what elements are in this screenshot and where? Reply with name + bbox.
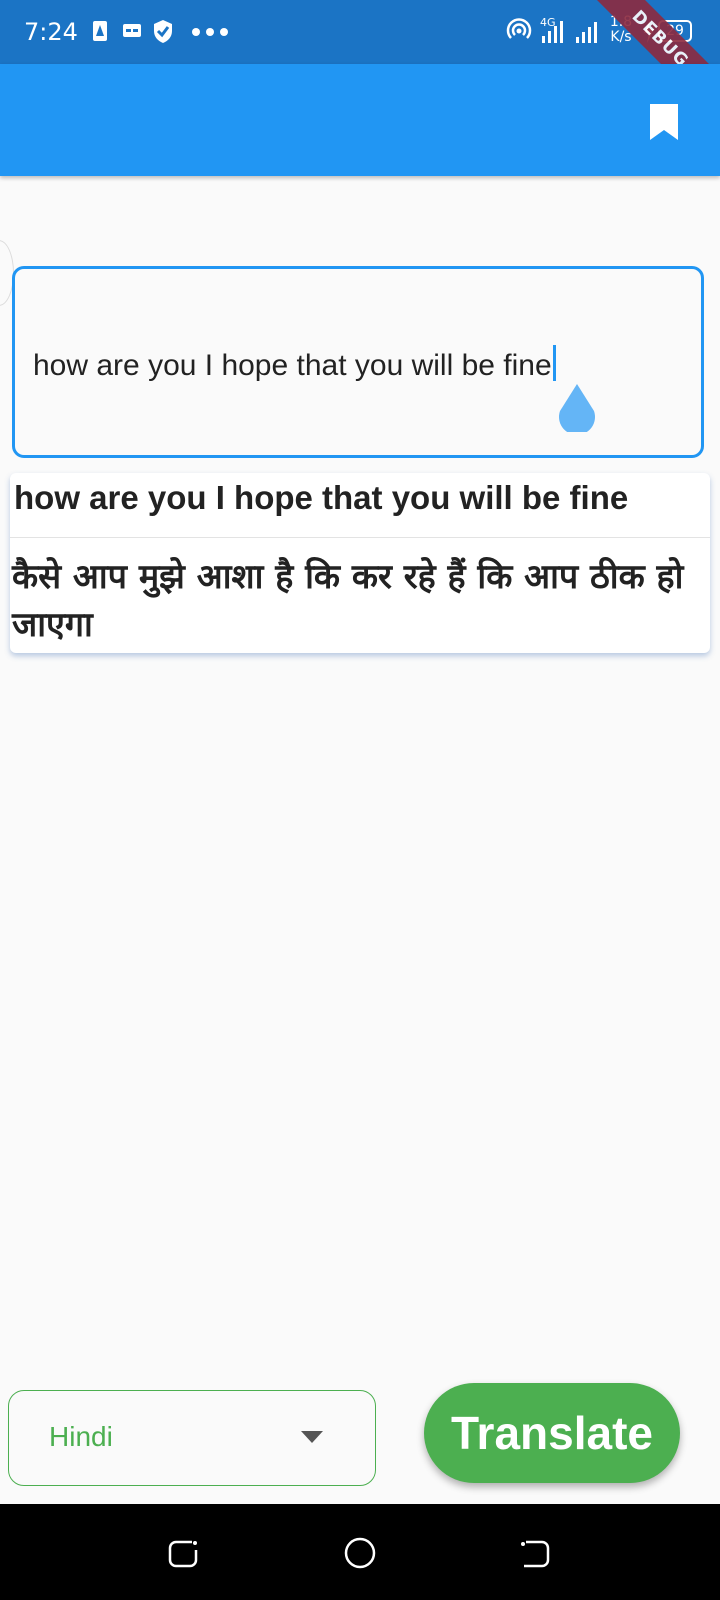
signal-4g-icon [542,21,563,43]
hotspot-icon [506,18,532,39]
text-cursor [552,345,556,381]
translate-button[interactable]: Translate [424,1383,680,1483]
cursor-handle-icon[interactable] [555,384,599,432]
bookmark-icon[interactable] [648,102,680,142]
shield-icon [154,20,172,43]
back-icon[interactable] [518,1536,552,1570]
app-bar [0,64,720,176]
card-divider [10,537,710,538]
status-time: 7:24 [24,18,78,46]
source-text: how are you I hope that you will be fine [14,479,629,516]
notification-a-icon [93,21,107,41]
language-selected: Hindi [49,1421,113,1452]
text-input[interactable]: how are you I hope that you will be fine [12,266,704,458]
more-dots-icon [192,28,228,36]
dropdown-arrow-icon [301,1431,323,1443]
message-icon [123,24,141,37]
text-input-text: how are you I hope that you will be fine [33,349,552,382]
navigation-bar [0,1504,720,1600]
translation-card: how are you I hope that you will be fine… [10,473,710,653]
text-input-value[interactable]: how are you I hope that you will be fine [33,345,556,383]
translated-text: कैसे आप मुझे आशा है कि कर रहे हैं कि आप … [12,557,684,645]
recent-apps-icon[interactable] [166,1536,200,1570]
signal-icon [576,22,597,43]
home-icon[interactable] [343,1536,377,1570]
language-dropdown[interactable]: Hindi [8,1390,376,1486]
